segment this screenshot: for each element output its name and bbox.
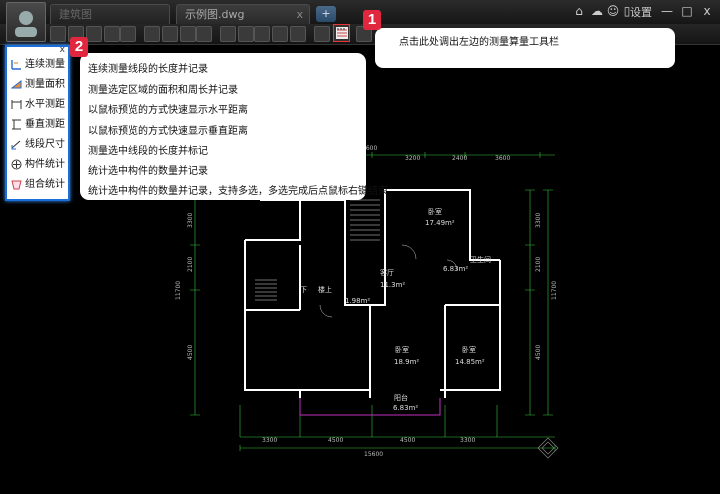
horizontal-distance-label: 水平测距 [25,99,65,110]
app-logo [6,2,46,42]
measure-ruler-icon [336,27,348,39]
add-tab-button[interactable]: + [316,6,336,22]
open-icon[interactable] [50,26,66,42]
area-measure-item[interactable]: 测量面积 [9,76,65,94]
continuous-measure-icon [11,60,21,70]
combined-count-item[interactable]: 组合统计 [9,176,65,194]
cloud-icon[interactable]: ☁ [590,4,604,18]
dim-right-2: 4500 [535,345,542,360]
dim-left-2: 4500 [187,345,194,360]
undo-icon[interactable] [272,26,288,42]
horizontal-distance-icon [11,100,22,109]
tool-descriptions: 连续测量线段的长度并记录 测量选定区域的面积和周长并记录 以鼠标预览的方式快速显… [80,53,388,200]
tab-close-icon[interactable]: x [296,5,303,25]
room-name-5: 卧室 [462,345,476,354]
dim-top-1: 3200 [405,155,420,162]
combined-count-icon [11,180,22,190]
vertical-distance-label: 垂直测距 [25,119,65,130]
room-area-0: 17.49m² [425,219,455,227]
component-count-item[interactable]: 构件统计 [9,156,65,174]
vertical-distance-item[interactable]: 垂直测距 [9,116,65,134]
desc-continuous-measure: 连续测量线段的长度并记录 [88,64,208,75]
dim-left-1: 2100 [187,257,194,272]
dim-total: 15600 [364,451,383,458]
component-count-icon [11,159,22,170]
desc-segment-size: 测量选中线段的长度并标记 [88,146,208,157]
lock-icon[interactable] [120,26,136,42]
step-badge-1: 1 [363,10,381,30]
zoom-out-icon[interactable] [196,26,212,42]
dim-right-1: 2100 [535,257,542,272]
zoom-extents-icon[interactable] [162,26,178,42]
settings-button[interactable]: 设置 [630,4,652,20]
dim-right-0: 3300 [535,213,542,228]
dim-top-3: 3600 [495,155,510,162]
desc-horizontal-distance: 以鼠标预览的方式快速显示水平距离 [88,105,248,116]
dim-bottom-2: 4500 [400,437,415,444]
room-labels: 卧室 17.49m² 客厅 11.3m² 卫生间 6.83m² 楼上 1.98m… [300,207,491,412]
continuous-measure-label: 连续测量 [25,59,65,70]
dim-bottom-1: 4500 [328,437,343,444]
room-area-5: 14.85m² [455,358,485,366]
dim-bottom-0: 3300 [262,437,277,444]
room-name-3: 楼上 [318,285,332,294]
room-area-3: 1.98m² [345,297,370,305]
component-count-label: 构件统计 [25,159,65,170]
tab-example-dwg-label: 示例图.dwg [185,8,245,21]
continuous-measure-item[interactable]: 连续测量 [9,56,65,74]
tab-drawing-1[interactable]: 建筑图 [50,4,170,24]
combined-count-label: 组合统计 [25,179,65,190]
stairs [255,199,380,301]
room-area-1: 11.3m² [380,281,405,289]
dim-right-total: 11700 [551,281,558,300]
dim-top-2: 2400 [452,155,467,162]
measure-tool-panel: x 连续测量 测量面积 水平测距 垂直测距 线段尺寸 构件统计 组合统计 [5,45,70,201]
measure-toolbar-button[interactable] [333,24,350,42]
stair-down-mark: 下 [300,286,307,294]
desc-component-count: 统计选中构件的数量并记录 [88,166,208,177]
minimize-button[interactable]: — [660,4,674,18]
redo-icon[interactable] [290,26,306,42]
home-icon[interactable]: ⌂ [572,4,586,18]
segment-size-item[interactable]: 线段尺寸 [9,136,65,154]
close-window-button[interactable]: x [700,4,714,18]
dim-left-total: 11700 [175,281,182,300]
area-measure-icon [11,79,22,89]
desc-area-measure: 测量选定区域的面积和周长并记录 [88,85,238,96]
vertical-distance-icon [12,119,21,130]
balcony-outline [299,398,441,416]
pencil-icon[interactable] [238,26,254,42]
room-area-4: 18.9m² [394,358,419,366]
text-icon[interactable] [220,26,236,42]
step-badge-2: 2 [70,37,88,57]
zoom-in-icon[interactable] [180,26,196,42]
layer-icon[interactable] [314,26,330,42]
segment-size-label: 线段尺寸 [25,139,65,150]
tab-example-dwg[interactable]: 示例图.dwg x [176,4,310,24]
room-name-4: 卧室 [395,345,409,354]
room-area-2: 6.83m² [443,265,468,273]
horizontal-distance-item[interactable]: 水平测距 [9,96,65,114]
tab-drawing-1-label: 建筑图 [59,8,92,21]
room-name-0: 卧室 [428,207,442,216]
maximize-button[interactable]: □ [680,4,694,18]
dim-bottom-3: 3300 [460,437,475,444]
room-name-1: 客厅 [380,268,394,277]
panel-close-icon[interactable]: x [60,45,65,55]
pdf-icon[interactable] [104,26,120,42]
segment-size-icon [11,140,21,150]
room-area-6: 6.83m² [393,404,418,412]
marker-icon[interactable] [254,26,270,42]
rotate-icon[interactable] [144,26,160,42]
print-icon[interactable] [86,26,102,42]
room-name-2: 卫生间 [470,255,491,264]
desc-combined-count: 统计选中构件的数量并记录，支持多选，多选完成后点鼠标右键结束 [88,186,388,197]
dim-left-0: 3300 [187,213,194,228]
desc-vertical-distance: 以鼠标预览的方式快速显示垂直距离 [88,126,248,137]
user-icon[interactable]: ☺ [606,4,620,18]
walls [244,189,501,398]
room-name-6: 阳台 [394,393,408,402]
measure-toolbar-tip: 点击此处调出左边的测量算量工具栏 [375,28,675,68]
area-measure-label: 测量面积 [25,79,65,90]
